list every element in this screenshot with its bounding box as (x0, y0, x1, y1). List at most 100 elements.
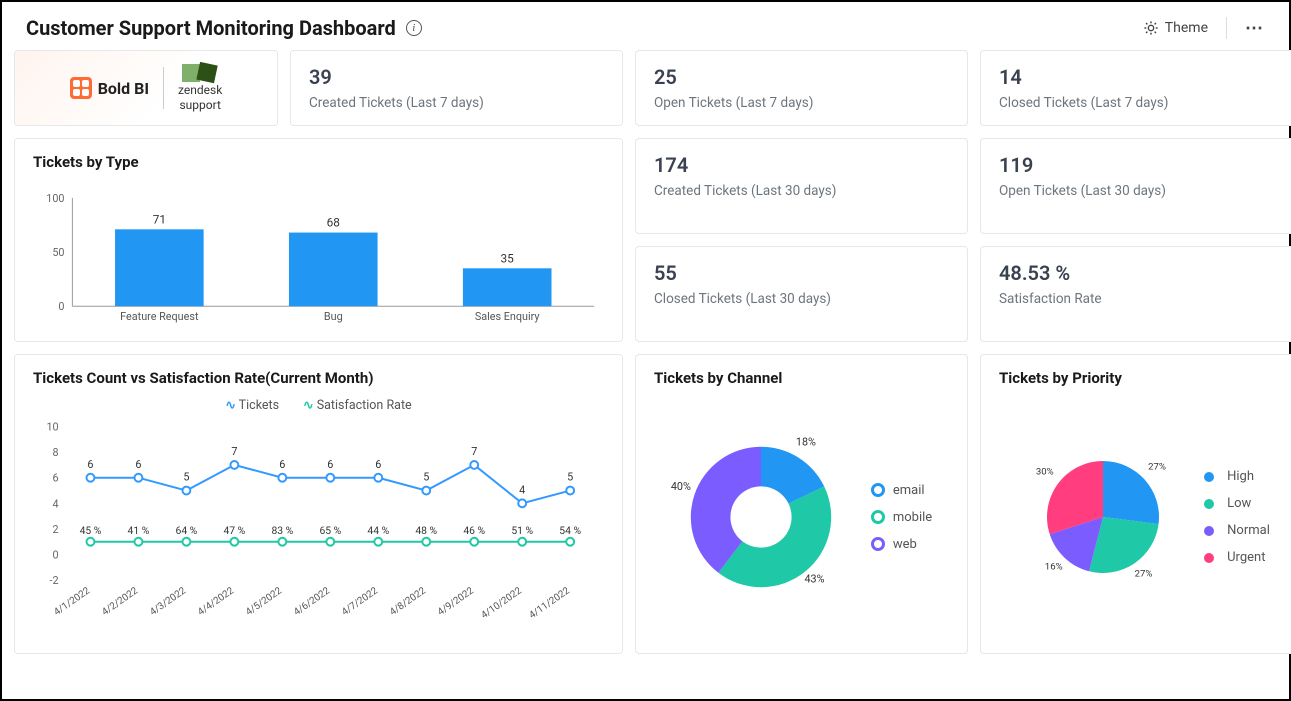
theme-button[interactable]: Theme (1143, 20, 1208, 36)
chart-title: Tickets by Channel (654, 369, 949, 387)
svg-text:6: 6 (53, 472, 59, 485)
svg-text:41 %: 41 % (128, 524, 150, 537)
svg-text:50: 50 (52, 246, 64, 259)
svg-text:27%: 27% (1148, 461, 1166, 472)
svg-text:4/9/2022: 4/9/2022 (436, 585, 476, 618)
legend-label: web (893, 537, 917, 552)
kpi-value: 55 (654, 261, 949, 285)
legend-swatch-icon (1203, 552, 1219, 564)
svg-text:6: 6 (135, 458, 141, 471)
theme-icon (1143, 20, 1159, 36)
svg-text:Feature Request: Feature Request (120, 310, 199, 323)
svg-text:47 %: 47 % (223, 524, 245, 537)
header-left: Customer Support Monitoring Dashboard i (26, 16, 422, 40)
boldbi-logo-text: Bold BI (98, 79, 149, 98)
svg-text:4: 4 (519, 483, 525, 496)
svg-text:0: 0 (58, 300, 64, 313)
svg-text:0: 0 (53, 548, 59, 561)
svg-text:2: 2 (53, 523, 59, 536)
zendesk-logo-text-2: support (179, 99, 220, 112)
legend-item-web: web (871, 537, 932, 552)
svg-text:10: 10 (46, 420, 58, 433)
kpi-label: Closed Tickets (Last 7 days) (999, 95, 1291, 111)
svg-text:65 %: 65 % (319, 524, 341, 537)
kpi-created-30d: 174 Created Tickets (Last 30 days) (635, 138, 968, 234)
brand-card: Bold BI zendesk support (14, 50, 278, 126)
kpi-value: 174 (654, 153, 949, 177)
chart-title: Tickets by Type (33, 153, 604, 171)
svg-text:7: 7 (471, 445, 477, 458)
kpi-closed-7d: 14 Closed Tickets (Last 7 days) (980, 50, 1291, 126)
bar-chart-svg: 05010071Feature Request68Bug35Sales Enqu… (33, 181, 604, 331)
svg-text:6: 6 (375, 458, 381, 471)
svg-text:7: 7 (231, 445, 237, 458)
svg-text:71: 71 (153, 212, 166, 226)
svg-text:68: 68 (327, 216, 340, 230)
legend-label: Normal (1227, 523, 1270, 538)
boldbi-logo-icon (70, 77, 92, 99)
svg-text:4/3/2022: 4/3/2022 (148, 585, 188, 618)
svg-text:64 %: 64 % (176, 524, 198, 537)
chart-tickets-by-channel: Tickets by Channel 18%43%40% email mobil… (635, 354, 968, 654)
svg-text:4/4/2022: 4/4/2022 (196, 585, 236, 618)
svg-text:4/1/2022: 4/1/2022 (52, 585, 92, 618)
more-options-button[interactable]: ⋯ (1245, 18, 1265, 39)
svg-text:Sales Enquiry: Sales Enquiry (475, 310, 540, 323)
svg-text:83 %: 83 % (271, 524, 293, 537)
svg-text:4/2/2022: 4/2/2022 (100, 585, 140, 618)
kpi-label: Closed Tickets (Last 30 days) (654, 291, 949, 307)
kpi-satisfaction: 48.53 % Satisfaction Rate (980, 246, 1291, 342)
header-right: Theme ⋯ (1143, 17, 1265, 39)
legend-item-tickets: ∿ Tickets (225, 397, 279, 413)
svg-text:Bug: Bug (324, 310, 343, 323)
legend-swatch-icon (1203, 525, 1219, 537)
svg-text:51 %: 51 % (511, 524, 533, 537)
svg-text:18%: 18% (796, 435, 816, 448)
chart-tickets-by-type: Tickets by Type 05010071Feature Request6… (14, 138, 623, 342)
legend-label: email (893, 483, 925, 498)
svg-text:4/5/2022: 4/5/2022 (244, 585, 284, 618)
svg-text:4/7/2022: 4/7/2022 (340, 585, 380, 618)
legend-label: Tickets (239, 398, 279, 413)
svg-text:-2: -2 (50, 574, 59, 587)
dashboard-header: Customer Support Monitoring Dashboard i … (2, 2, 1289, 50)
legend-item-urgent: Urgent (1203, 550, 1270, 565)
svg-text:48 %: 48 % (415, 524, 437, 537)
boldbi-logo: Bold BI (70, 77, 149, 99)
svg-text:6: 6 (279, 458, 285, 471)
legend-label: Low (1227, 496, 1251, 511)
svg-text:45 %: 45 % (80, 524, 102, 537)
svg-text:4/8/2022: 4/8/2022 (388, 585, 428, 618)
legend-swatch-icon (1203, 471, 1219, 483)
info-icon[interactable]: i (406, 20, 422, 36)
kpi-open-7d: 25 Open Tickets (Last 7 days) (635, 50, 968, 126)
svg-text:4/10/2022: 4/10/2022 (479, 585, 524, 621)
legend-label: mobile (893, 510, 932, 525)
kpi-value: 25 (654, 65, 949, 89)
svg-text:40%: 40% (671, 480, 691, 493)
kpi-label: Satisfaction Rate (999, 291, 1291, 307)
svg-text:16%: 16% (1045, 561, 1063, 572)
donut-chart-svg: 18%43%40% (671, 427, 851, 607)
priority-legend: High Low Normal Urgent (1203, 469, 1270, 565)
svg-text:5: 5 (423, 471, 429, 484)
header-divider (1226, 17, 1227, 39)
chart-tickets-vs-satisfaction: Tickets Count vs Satisfaction Rate(Curre… (14, 354, 623, 654)
theme-label: Theme (1165, 20, 1208, 36)
channel-legend: email mobile web (871, 483, 932, 552)
kpi-label: Created Tickets (Last 30 days) (654, 183, 949, 199)
svg-text:46 %: 46 % (463, 524, 485, 537)
svg-text:35: 35 (501, 251, 515, 265)
legend-label: Urgent (1227, 550, 1265, 565)
kpi-created-7d: 39 Created Tickets (Last 7 days) (290, 50, 623, 126)
kpi-grid: Bold BI zendesk support 39 Created Ticke… (2, 50, 1289, 354)
legend-item-mobile: mobile (871, 510, 932, 525)
zendesk-logo-text-1: zendesk (178, 84, 222, 97)
legend-label: Satisfaction Rate (317, 398, 412, 413)
chart-title: Tickets by Priority (999, 369, 1291, 387)
chart-tickets-by-priority: Tickets by Priority 27%27%16%30% High Lo… (980, 354, 1291, 654)
zendesk-logo: zendesk support (178, 64, 222, 112)
svg-text:30%: 30% (1036, 467, 1054, 478)
svg-text:44 %: 44 % (367, 524, 389, 537)
legend-item-email: email (871, 483, 932, 498)
